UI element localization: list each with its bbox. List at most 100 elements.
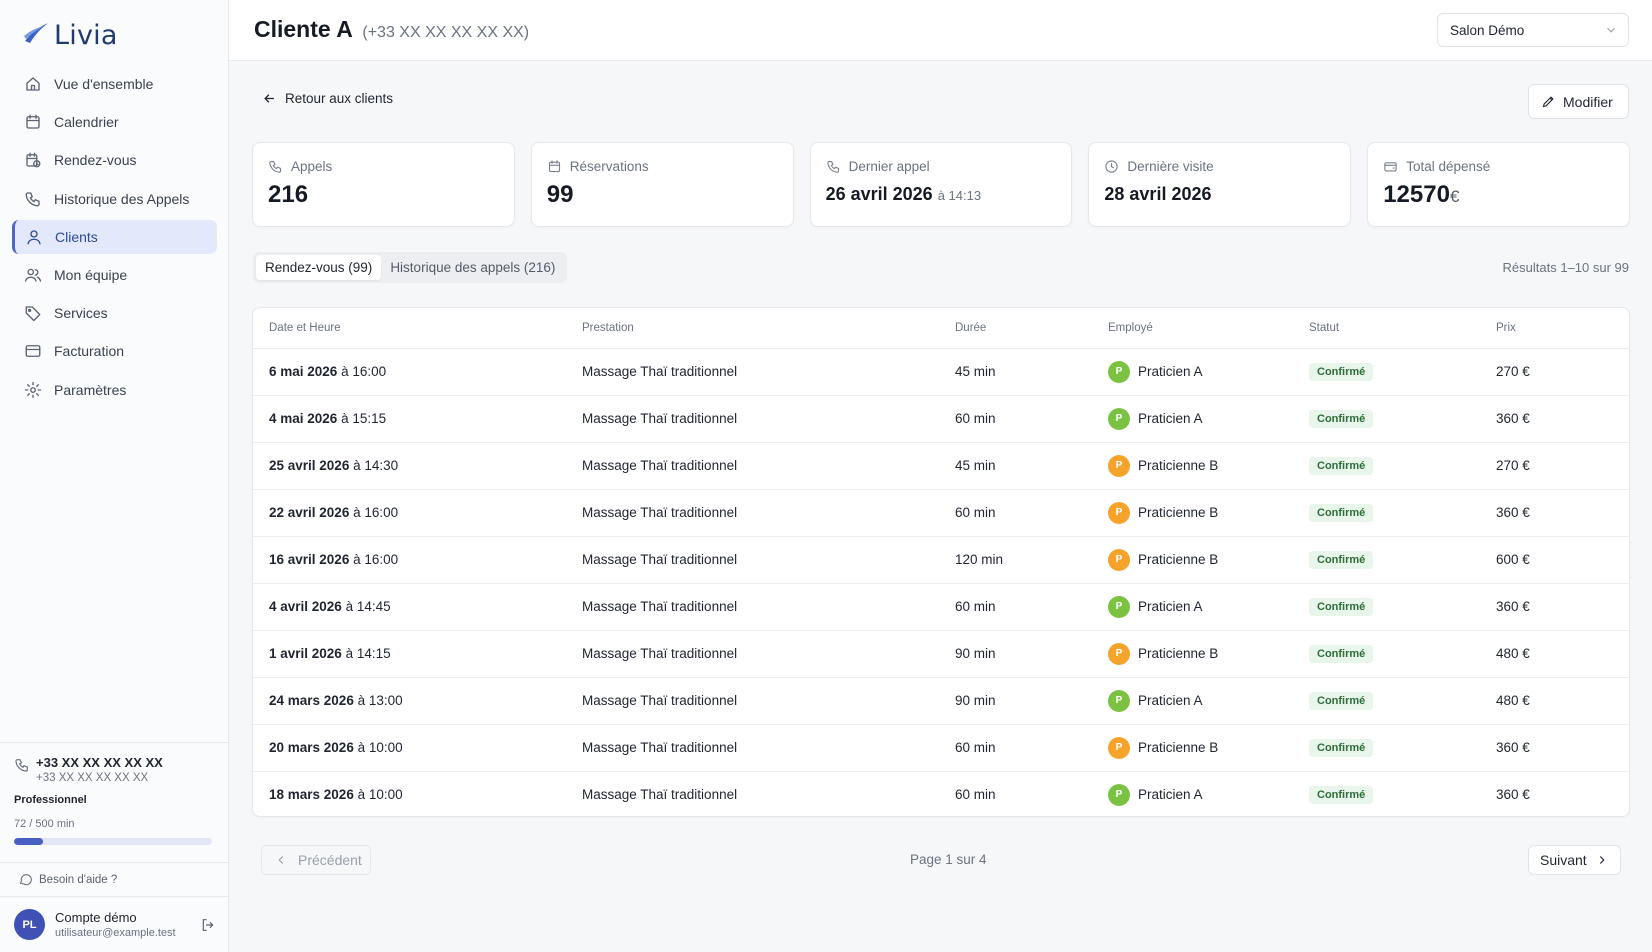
next-label: Suivant [1540,852,1587,868]
logout-icon[interactable] [200,917,216,933]
account-block[interactable]: PL Compte démo utilisateur@example.test [0,896,228,952]
table-row[interactable]: 18 mars 2026 à 10:00 Massage Thaï traditi… [253,771,1629,816]
phone-icon [826,159,841,174]
sidebar-item-vue-d-ensemble[interactable]: Vue d'ensemble [12,67,217,101]
app-name: Livia [54,19,118,51]
cell-employee: P Praticien A [1108,583,1309,631]
phone-number: +33 XX XX XX XX XX [36,755,163,770]
usage-progress-fill [14,838,43,845]
cell-duration: 45 min [955,442,1108,490]
employee-avatar: P [1108,642,1130,665]
tab-historique-des-appels-216[interactable]: Historique des appels (216) [381,255,564,280]
status-badge: Confirmé [1309,738,1374,757]
arrow-left-icon [262,91,277,106]
table-row[interactable]: 4 mai 2026 à 15:15 Massage Thaï tradition… [253,395,1629,443]
column-header-statut[interactable]: Statut [1309,308,1496,349]
status-badge: Confirmé [1309,550,1374,569]
cell-status: Confirmé [1309,677,1496,725]
cell-service: Massage Thaï traditionnel [582,787,738,803]
stat-value-text: 99 [546,181,574,208]
back-label: Retour aux clients [285,91,394,106]
sidebar-item-services[interactable]: Services [12,296,217,330]
column-header-prestation[interactable]: Prestation [582,308,955,349]
modify-label: Modifier [1563,93,1613,110]
cell-service: Massage Thaï traditionnel [582,630,955,678]
tabs: Rendez-vous (99) Historique des appels (2… [253,252,568,283]
sidebar-item-parametres[interactable]: Paramètres [12,373,217,407]
cell-service: Massage Thaï traditionnel [582,395,955,443]
cell-duration: 90 min [955,630,1108,678]
sidebar-item-historique-des-appels[interactable]: Historique des Appels [12,182,217,216]
table-row[interactable]: 22 avril 2026 à 16:00 Massage Thaï tradit… [253,489,1629,537]
appointment-time: à 16:00 [353,552,399,567]
table-row[interactable]: 4 avril 2026 à 14:45 Massage Thaï traditi… [253,583,1629,631]
column-header-prix[interactable]: Prix [1496,308,1629,349]
table-row[interactable]: 6 mai 2026 à 16:00 Massage Thaï tradition… [253,348,1629,396]
cell-status: Confirmé [1309,771,1496,816]
sidebar-item-label: Mon équipe [54,266,128,283]
phone-icon [268,159,283,174]
appointment-time: à 15:15 [341,411,387,426]
employee-avatar: P [1108,454,1130,477]
table-row[interactable]: 16 avril 2026 à 16:00 Massage Thaï tradit… [253,536,1629,584]
sidebar-item-rendez-vous[interactable]: Rendez-vous [12,143,217,177]
livia-logo-icon [22,19,50,52]
logo[interactable]: Livia [22,18,118,52]
cell-price: 270 € [1496,348,1629,396]
next-page-button[interactable]: Suivant [1528,845,1621,875]
sidebar-item-calendrier[interactable]: Calendrier [12,105,217,139]
cell-price: 360 € [1496,395,1629,443]
modify-button[interactable]: Modifier [1528,84,1629,119]
sidebar-item-clients[interactable]: Clients [12,219,217,254]
account-email: utilisateur@example.test [55,927,176,939]
cell-employee: P Praticien A [1108,348,1309,396]
table-row[interactable]: 1 avril 2026 à 14:15 Massage Thaï traditi… [253,630,1629,678]
back-to-clients-link[interactable]: Retour aux clients [262,91,393,106]
appointment-time: à 10:00 [357,740,403,755]
status-badge: Confirmé [1309,597,1374,616]
status-badge: Confirmé [1309,456,1374,475]
cell-service: Massage Thaï traditionnel [582,442,955,490]
stat-card-derniere-visite: Dernière visite 28 avril 2026 [1088,142,1352,227]
appointment-date: 16 avril 2026 [269,552,350,567]
cell-duration: 60 min [955,724,1108,772]
sidebar-item-mon-equipe[interactable]: Mon équipe [12,258,217,292]
employee-name: Praticienne B [1138,740,1219,755]
appointment-date: 20 mars 2026 [269,740,354,755]
appointment-date: 4 avril 2026 [269,599,342,614]
cell-duration: 60 min [955,583,1108,631]
page-info: Page 1 sur 4 [910,852,987,867]
tab-rendez-vous-99[interactable]: Rendez-vous (99) [256,255,382,280]
client-phone: (+33 XX XX XX XX XX) [362,24,530,41]
cell-date: 4 avril 2026 à 14:45 [253,583,582,631]
chat-bubble-icon [18,872,33,887]
salon-select[interactable]: Salon Démo [1437,13,1629,47]
column-header-date-et-heure[interactable]: Date et Heure [253,308,582,349]
column-header-employe[interactable]: Employé [1108,308,1309,349]
stat-value: 12570€ [1383,181,1614,209]
table-row[interactable]: 24 mars 2026 à 13:00 Massage Thaï traditi… [253,677,1629,725]
stat-value: 26 avril 2026 à 14:13 [826,184,1057,205]
table-row[interactable]: 25 avril 2026 à 14:30 Massage Thaï tradit… [253,442,1629,490]
cell-employee: P Praticienne B [1108,489,1309,537]
table-row[interactable]: 20 mars 2026 à 10:00 Massage Thaï traditi… [253,724,1629,772]
cell-employee: P Praticienne B [1108,724,1309,772]
employee-avatar: P [1108,595,1130,618]
pencil-icon [1541,94,1556,109]
previous-page-button[interactable]: Précédent [261,845,371,875]
appointment-date: 24 mars 2026 [269,693,354,708]
cell-price: 360 € [1496,724,1629,772]
cell-employee: P Praticienne B [1108,442,1309,490]
account-name: Compte démo [55,910,137,925]
column-header-duree[interactable]: Durée [955,308,1108,349]
clock-icon [1104,159,1119,174]
help-link[interactable]: Besoin d'aide ? [0,862,228,896]
sidebar-item-label: Clients [55,228,98,245]
employee-name: Praticienne B [1138,646,1219,661]
stat-unit: € [1449,187,1460,206]
usage-label: 72 / 500 min [14,818,75,830]
appointment-time: à 14:30 [353,458,399,473]
users-icon [23,265,42,284]
cell-date: 22 avril 2026 à 16:00 [253,489,582,537]
sidebar-item-facturation[interactable]: Facturation [12,334,217,368]
